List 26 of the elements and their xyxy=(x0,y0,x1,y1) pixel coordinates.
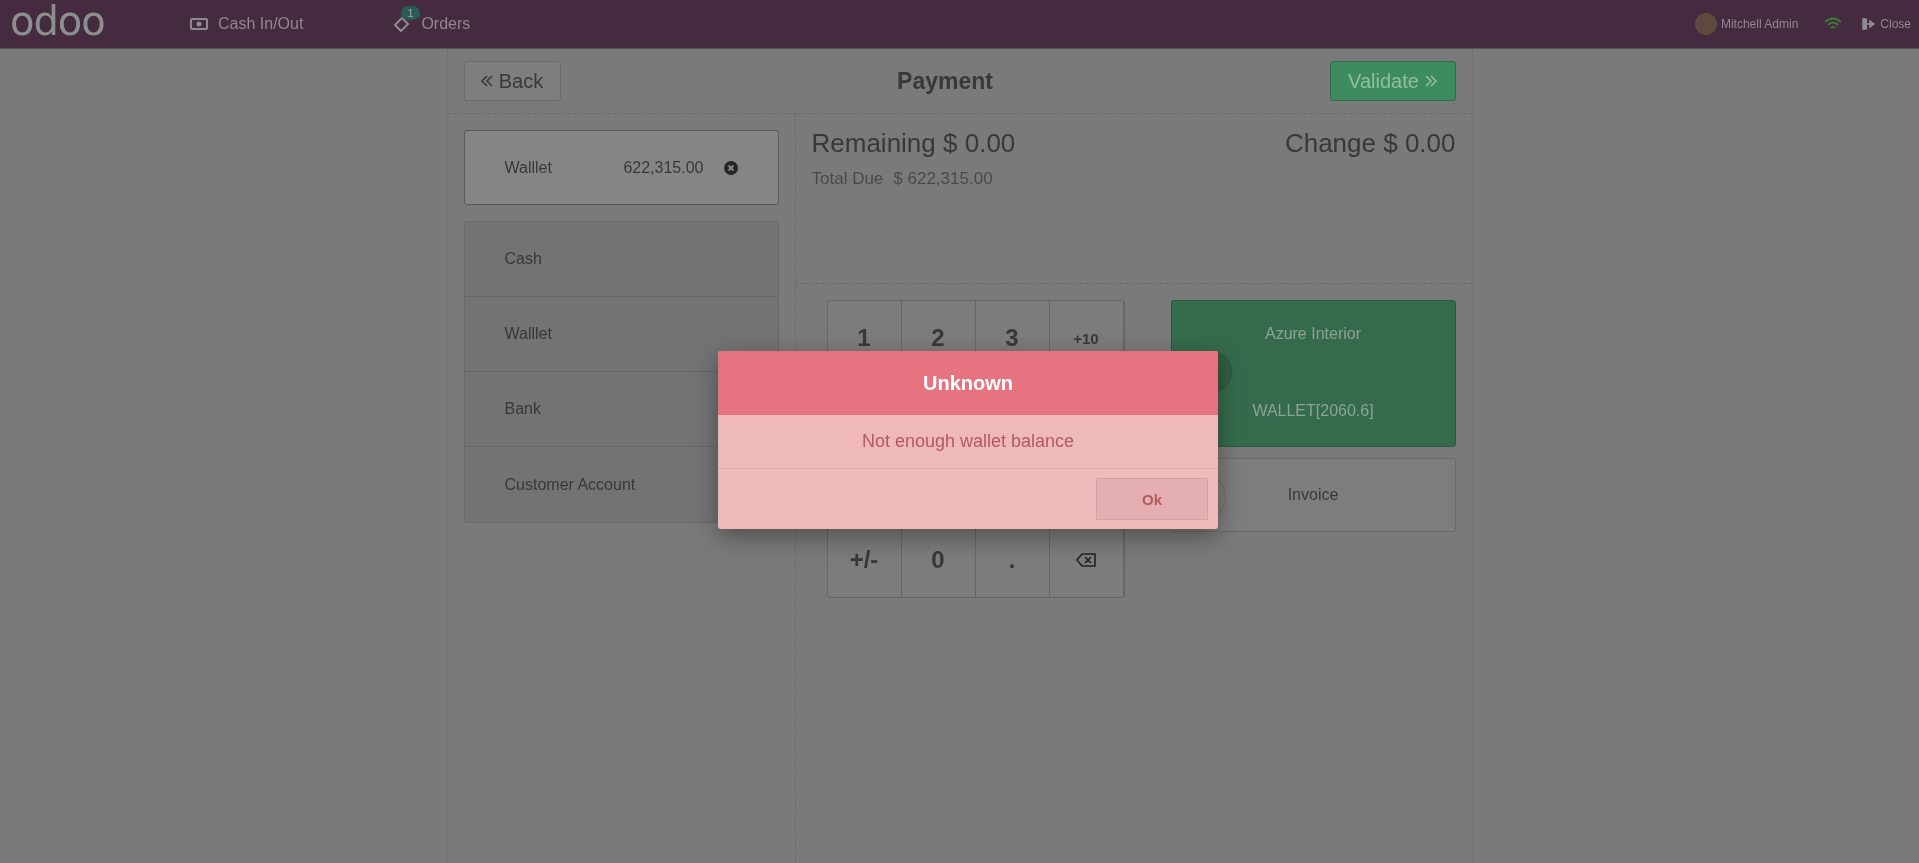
banknote-icon xyxy=(190,17,208,31)
remove-icon[interactable] xyxy=(723,160,738,175)
change-amount: Change $ 0.00 xyxy=(1284,128,1456,159)
dialog-title: Unknown xyxy=(718,351,1218,415)
ok-button[interactable]: Ok xyxy=(1096,478,1208,520)
nav-button[interactable]: Cash In/Out xyxy=(190,15,304,33)
dialog-message: Not enough wallet balance xyxy=(718,415,1218,469)
close-button[interactable]: Close xyxy=(1862,17,1911,31)
count-badge: 1 xyxy=(401,6,420,20)
user-name[interactable]: Mitchell Admin xyxy=(1720,17,1799,31)
customer-name: Azure Interior xyxy=(1264,325,1361,343)
ticket-icon xyxy=(393,15,412,33)
payment-method-name: Walllet xyxy=(504,158,552,177)
double-chevron-right-icon xyxy=(1424,75,1437,87)
double-chevron-left-icon xyxy=(480,75,493,87)
payment-method-button[interactable]: Cash xyxy=(464,222,778,297)
payment-amount: 622,315.00 xyxy=(623,158,704,177)
logo: odoo xyxy=(10,1,106,41)
wifi-icon xyxy=(1824,17,1843,31)
backspace-icon xyxy=(1076,553,1096,567)
remaining-amount: Remaining $ 0.00 xyxy=(811,128,1016,159)
validate-button[interactable]: Validate xyxy=(1329,61,1456,101)
exit-icon xyxy=(1862,18,1877,30)
wallet-balance: WALLET[2060.6] xyxy=(1252,402,1374,420)
back-button[interactable]: Back xyxy=(463,61,561,101)
screen-title: Payment xyxy=(897,67,993,95)
